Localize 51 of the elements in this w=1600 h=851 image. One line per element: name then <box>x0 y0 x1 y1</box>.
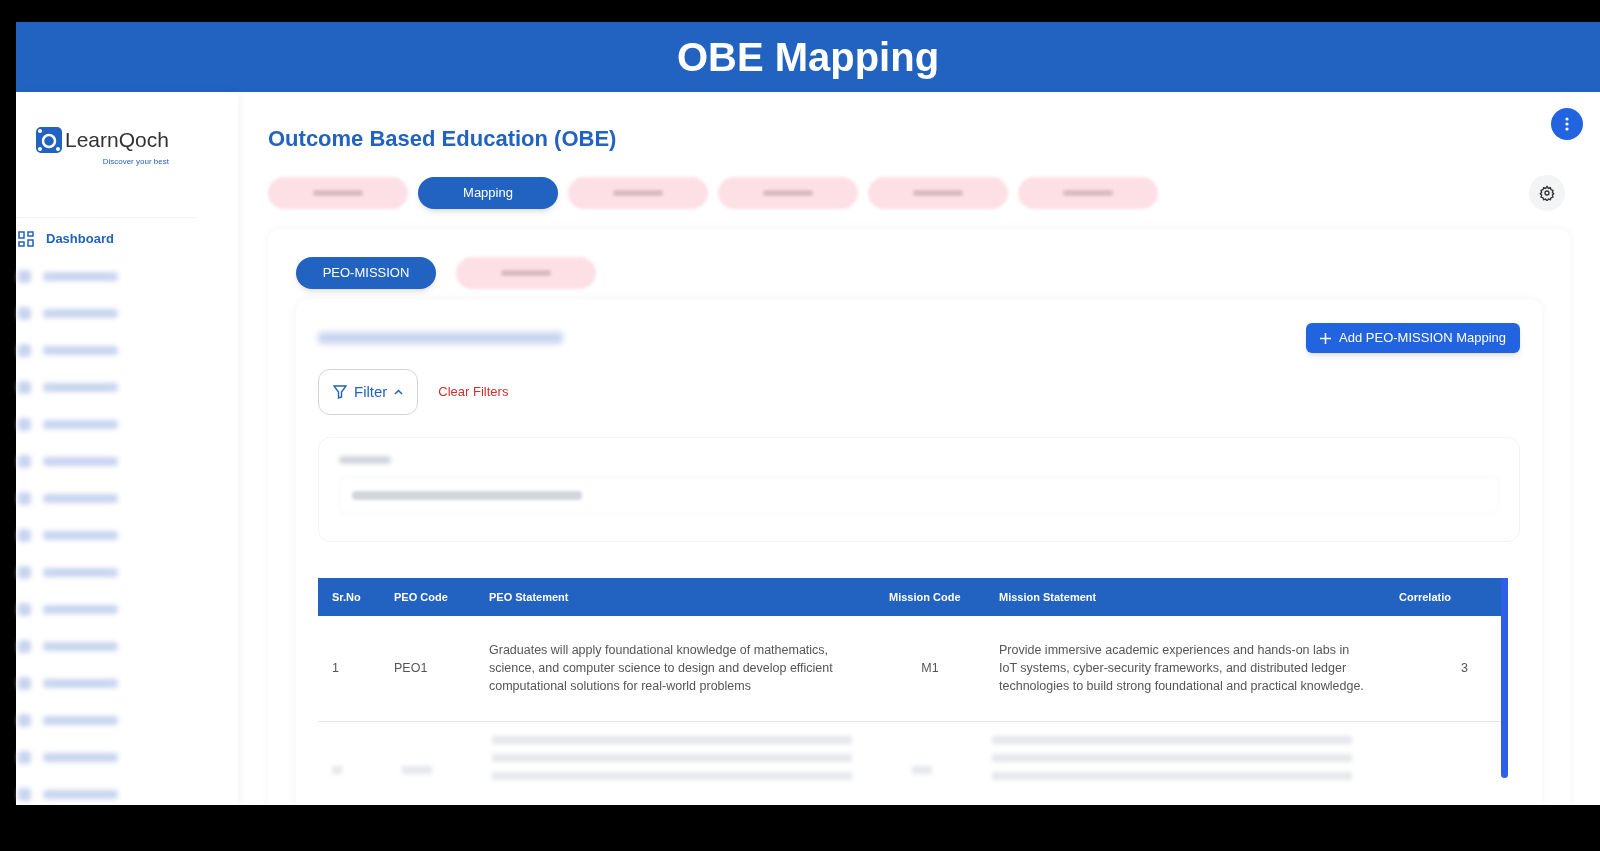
table-cell-text: Graduates will apply foundational knowledge of mathematics, science, and computer science to design and develop efficient computational solutions for real-world problems <box>489 642 834 696</box>
blurred-sidebar-item[interactable] <box>18 380 118 394</box>
tab[interactable]: Mapping <box>418 177 558 209</box>
settings-button[interactable] <box>1529 175 1565 211</box>
logo-text: LearnQoch <box>65 127 169 153</box>
filter-icon <box>333 385 347 399</box>
blurred-sidebar-item[interactable] <box>18 787 118 801</box>
blurred-tab[interactable] <box>568 177 708 209</box>
table-cell: 3 <box>1461 661 1468 676</box>
filter-button[interactable]: Filter <box>318 369 419 415</box>
column-header: Mission Statement <box>999 590 1097 603</box>
blurred-sidebar-item[interactable] <box>18 565 118 579</box>
blurred-tab[interactable] <box>1018 177 1158 209</box>
column-header: Correlatio <box>1399 590 1451 603</box>
blurred-sidebar-item[interactable] <box>18 343 118 357</box>
blurred-sidebar-item[interactable] <box>18 269 118 283</box>
blurred-sidebar-item[interactable] <box>18 454 118 468</box>
blurred-tab[interactable] <box>456 257 596 289</box>
blurred-tab[interactable] <box>718 177 858 209</box>
tab[interactable]: PEO-MISSION <box>296 257 436 289</box>
page-title: Outcome Based Education (OBE) <box>268 125 617 153</box>
column-header: PEO Code <box>394 590 448 603</box>
blurred-sidebar-item[interactable] <box>18 528 118 542</box>
column-header: Mission Code <box>889 590 961 603</box>
blurred-sidebar-item[interactable] <box>18 602 118 616</box>
column-header: Sr.No <box>332 590 361 603</box>
blurred-sidebar-item[interactable] <box>18 639 118 653</box>
logo-icon <box>36 126 62 153</box>
kebab-icon <box>1565 117 1569 131</box>
blurred-label <box>339 456 391 464</box>
table-cell-text: Provide immersive academic experiences and hands-on labs in IoT systems, cyber-security frameworks, and distributed ledger technologies to build strong foundational and practical knowledge. <box>999 642 1364 696</box>
table-cell: PEO1 <box>394 661 428 676</box>
grid-icon <box>18 231 34 247</box>
blurred-sidebar-item[interactable] <box>18 306 118 320</box>
logo-tagline: Discover your best <box>102 155 169 168</box>
settings-icon <box>1539 185 1555 201</box>
plus-icon <box>1320 332 1332 344</box>
blurred-sidebar-item[interactable] <box>18 417 118 431</box>
blurred-tab[interactable] <box>868 177 1008 209</box>
column-header: PEO Statement <box>489 590 569 603</box>
blurred-sidebar-item[interactable] <box>18 491 118 505</box>
blurred-sidebar-item[interactable] <box>18 750 118 764</box>
clear-filters-link[interactable]: Clear Filters <box>438 382 509 402</box>
blurred-sidebar-item[interactable] <box>18 713 118 727</box>
table-cell: M1 <box>921 661 939 676</box>
blurred-tab[interactable] <box>268 177 408 209</box>
blurred-sidebar-item[interactable] <box>18 676 118 690</box>
banner-title: OBE Mapping <box>676 34 940 81</box>
sidebar-item[interactable]: Dashboard <box>46 229 114 249</box>
add-mapping-button[interactable]: Add PEO-MISSION Mapping <box>1306 323 1520 353</box>
table-cell: 1 <box>332 661 339 676</box>
